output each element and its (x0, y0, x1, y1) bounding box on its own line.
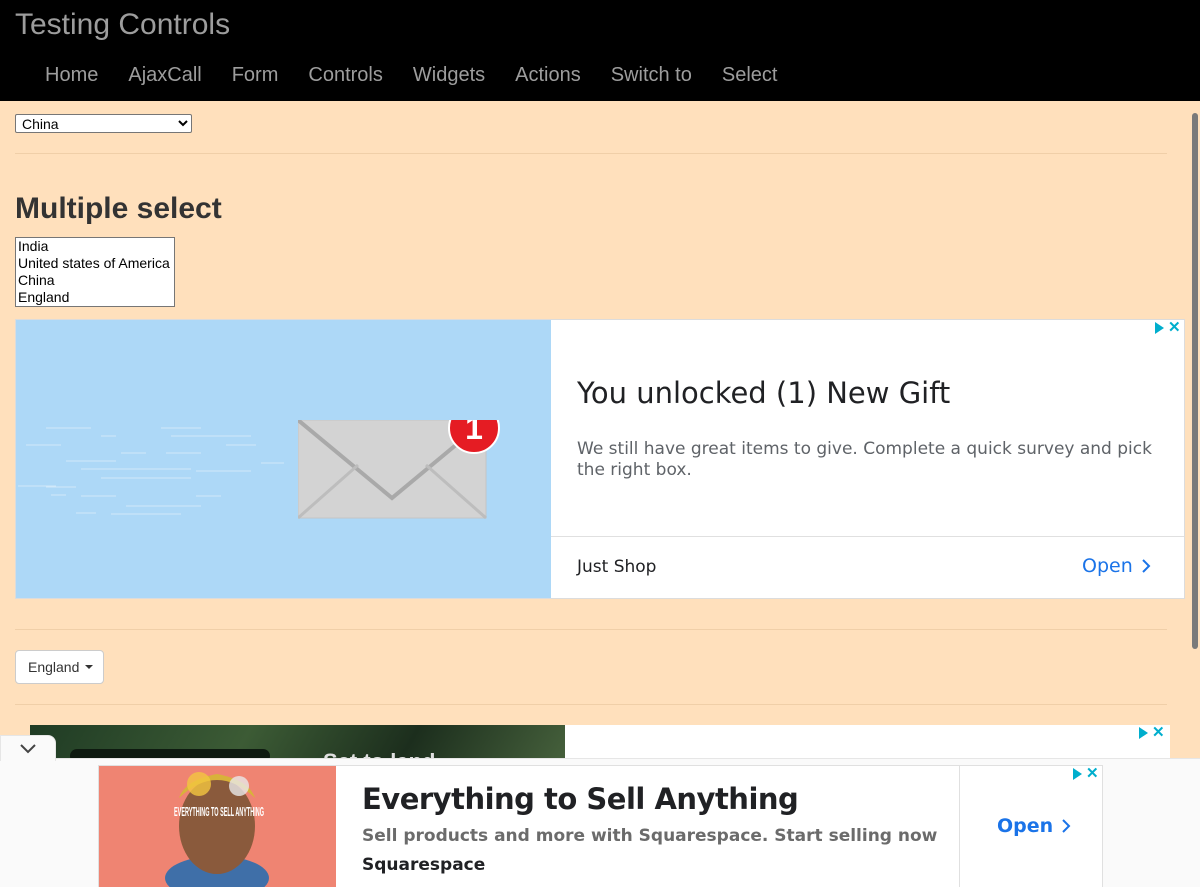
site-brand[interactable]: Testing Controls (15, 8, 230, 42)
adchoices[interactable]: ✕ (1139, 725, 1165, 740)
country-dropdown-button[interactable]: England (15, 650, 104, 684)
adchoices[interactable]: ✕ (1073, 766, 1099, 781)
nav-item-ajaxcall[interactable]: AjaxCall (113, 60, 216, 91)
divider (15, 153, 1167, 154)
anchor-ad-description[interactable]: Sell products and more with Squarespace.… (362, 826, 937, 846)
envelope-icon: 1 (298, 420, 500, 520)
nav-item-home[interactable]: Home (30, 60, 113, 91)
anchor-ad-open-label: Open (997, 815, 1054, 837)
anchor-image-text: EVERYTHING TO SELL ANYTHING (174, 804, 264, 819)
caret-down-icon (85, 665, 94, 669)
adchoices-icon[interactable] (1073, 768, 1082, 780)
ad-banner[interactable]: 1 You unlocked (1) New Gift We still hav… (15, 319, 1185, 599)
dropdown-label: England (28, 659, 80, 675)
chevron-right-icon (1142, 559, 1151, 573)
anchor-ad-advertiser[interactable]: Squarespace (362, 855, 485, 875)
ad-close-icon[interactable]: ✕ (1152, 725, 1165, 740)
ad-title[interactable]: You unlocked (1) New Gift (577, 376, 950, 410)
anchor-ad-title[interactable]: Everything to Sell Anything (362, 782, 799, 816)
multi-option-india[interactable]: India (16, 238, 174, 255)
anchor-ad-container: EVERYTHING TO SELL ANYTHING Everything t… (0, 735, 1200, 887)
nav-item-controls[interactable]: Controls (293, 60, 397, 91)
anchor-ad-image[interactable]: EVERYTHING TO SELL ANYTHING (99, 766, 336, 887)
adchoices-icon[interactable] (1155, 322, 1164, 334)
nav-item-switch-to[interactable]: Switch to (596, 60, 707, 91)
chevron-right-icon (1062, 819, 1071, 833)
multi-option-england[interactable]: England (16, 289, 174, 306)
adchoices-icon[interactable] (1139, 727, 1148, 739)
ad-background-pattern (18, 427, 284, 515)
notification-badge: 1 (465, 420, 483, 446)
nav-item-widgets[interactable]: Widgets (398, 60, 500, 91)
ad-image[interactable]: 1 (16, 320, 551, 598)
multiple-select-heading: Multiple select (15, 192, 222, 225)
divider (15, 704, 1167, 705)
multiple-select-listbox[interactable]: India United states of America China Eng… (15, 237, 175, 307)
ad-open-label: Open (1082, 555, 1133, 577)
main-nav: Home AjaxCall Form Controls Widgets Acti… (30, 60, 792, 91)
nav-item-form[interactable]: Form (217, 60, 294, 91)
ad-advertiser[interactable]: Just Shop (577, 557, 656, 577)
ad-divider (551, 536, 1184, 537)
anchor-ad-illustration: EVERYTHING TO SELL ANYTHING (165, 772, 269, 887)
ad-open-button[interactable]: Open (1082, 555, 1151, 577)
anchor-collapse-button[interactable] (0, 735, 56, 761)
collapse-chevron-icon (20, 743, 36, 753)
ad-close-icon[interactable]: ✕ (1086, 766, 1099, 781)
nav-item-select[interactable]: Select (707, 60, 793, 91)
country-select[interactable]: China (15, 114, 192, 133)
divider (15, 629, 1167, 630)
adchoices[interactable]: ✕ (1155, 320, 1181, 335)
nav-item-actions[interactable]: Actions (500, 60, 596, 91)
multi-option-usa[interactable]: United states of America (16, 255, 174, 272)
ad-description[interactable]: We still have great items to give. Compl… (577, 439, 1167, 481)
navbar: Testing Controls Home AjaxCall Form Cont… (0, 0, 1200, 101)
anchor-ad[interactable]: EVERYTHING TO SELL ANYTHING Everything t… (98, 765, 1103, 887)
anchor-ad-open-button[interactable]: Open (997, 815, 1071, 837)
scrollbar-thumb[interactable] (1192, 113, 1198, 649)
anchor-ad-separator (959, 766, 960, 887)
multi-option-china[interactable]: China (16, 272, 174, 289)
ad-close-icon[interactable]: ✕ (1168, 320, 1181, 335)
